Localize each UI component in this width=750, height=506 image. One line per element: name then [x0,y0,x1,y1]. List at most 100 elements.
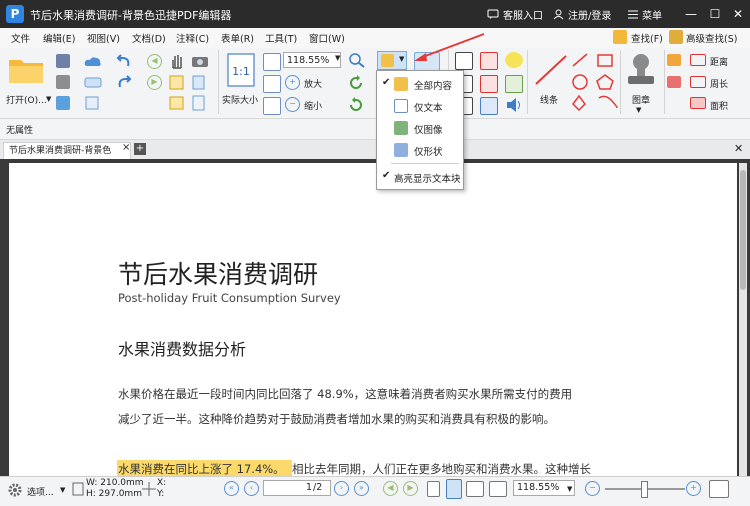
find-button[interactable]: 查找(F) [631,31,663,45]
menu-button[interactable]: 菜单 [628,7,662,22]
menu-file[interactable]: 文件 [11,31,30,45]
undo-icon[interactable] [114,54,134,68]
two-page-continuous-icon[interactable] [489,481,507,497]
clipboard-icon[interactable] [191,74,207,90]
menu-comment[interactable]: 注释(C) [176,31,209,45]
login-button[interactable]: 注册/登录 [553,7,611,22]
zoom-input[interactable]: 118.55% [283,52,341,68]
link-icon[interactable] [84,75,102,89]
gear-icon[interactable] [7,482,23,498]
open-button[interactable]: 打开(O)... [6,93,47,106]
print-icon[interactable] [56,75,70,89]
highlighted-text: 水果消费在同比上涨了 17.4%。 [118,462,285,476]
first-page-button[interactable]: « [224,481,239,496]
actual-size-button[interactable]: 实际大小 [222,93,258,106]
text-box-icon[interactable] [480,52,498,70]
find-icon [613,30,627,44]
typewriter-icon[interactable] [455,52,473,70]
pdf-page[interactable] [9,163,737,476]
zoom-dropdown-arrow[interactable]: ▼ [335,54,340,62]
scrollbar-thumb[interactable] [740,170,746,290]
menu-edit[interactable]: 编辑(E) [43,31,75,45]
menu-view[interactable]: 视图(V) [87,31,120,45]
select-comment-icon[interactable] [169,95,185,111]
line-tool-button[interactable]: 线条 [540,93,558,106]
single-page-icon[interactable] [263,53,281,71]
fullscreen-icon[interactable] [709,480,729,498]
back-view-button[interactable]: ◀ [383,481,398,496]
distance-button[interactable]: 距离 [710,55,728,68]
status-zoom-in-button[interactable]: + [686,481,701,496]
redo-icon[interactable] [114,75,134,89]
page-number-input[interactable]: 1 /2 [263,480,331,496]
stamp-dropdown-arrow[interactable]: ▼ [636,106,641,114]
sticky-note-icon[interactable] [505,52,523,68]
dropdown-item-image-only[interactable]: 仅图像 [377,119,463,137]
pages-icon[interactable] [84,96,102,110]
pencil-icon[interactable] [667,54,681,66]
dropdown-item-all-content[interactable]: ✔ 全部内容 [377,75,463,93]
dropdown-item-text-only[interactable]: 仅文本 [377,97,463,115]
new-tab-button[interactable]: + [134,143,146,155]
save-icon[interactable] [56,54,70,68]
options-button[interactable]: 选项... [27,485,54,498]
zoom-slider-handle[interactable] [641,481,648,498]
image-only-icon [394,121,408,135]
document-icon[interactable] [191,95,207,111]
hand-tool-icon[interactable] [169,53,185,69]
dropdown-item-label: 仅图像 [414,125,443,136]
single-page-view-icon[interactable] [427,481,440,497]
status-zoom-input[interactable]: 118.55% [513,480,575,496]
replace-text-icon[interactable] [480,97,498,115]
actual-size-icon[interactable]: 1:1 [227,53,255,87]
select-content-button[interactable]: ▼ [377,51,407,70]
sound-icon[interactable] [505,97,523,113]
forward-view-button[interactable]: ▶ [403,481,418,496]
stamp-button[interactable]: 图章 [632,93,650,106]
edit-text-icon[interactable] [169,74,185,90]
eraser-icon[interactable] [667,76,681,88]
service-entry-button[interactable]: 客服入口 [487,7,543,22]
dropdown-item-highlight-text-blocks[interactable]: ✔ 高亮显示文本块 [377,168,463,186]
zoom-in-button[interactable]: 放大 [304,77,322,90]
continuous-view-icon[interactable] [446,479,462,499]
dropdown-item-shape-only[interactable]: 仅形状 [377,141,463,159]
open-dropdown-arrow[interactable]: ▼ [46,95,51,103]
next-page-button[interactable]: › [334,481,349,496]
last-page-button[interactable]: » [354,481,369,496]
cloud-icon[interactable] [84,54,102,68]
menu-tools[interactable]: 工具(T) [265,31,297,45]
zoom-out-button[interactable]: 缩小 [304,99,322,112]
shape-tools[interactable] [571,52,623,114]
menu-document[interactable]: 文档(D) [132,31,166,45]
close-all-tabs-icon[interactable]: ✕ [734,142,743,155]
attach-icon[interactable] [505,75,523,93]
fit-width-icon[interactable] [263,97,281,115]
two-page-view-icon[interactable] [466,481,484,497]
back-icon[interactable]: ◀ [147,54,162,69]
menu-window[interactable]: 窗口(W) [309,31,345,45]
login-label: 注册/登录 [568,11,612,22]
magnifier-icon[interactable] [348,52,366,68]
camera-icon[interactable] [191,54,209,68]
status-zoom-dropdown-arrow[interactable]: ▼ [567,485,572,493]
tab-close-icon[interactable]: × [122,142,130,153]
callout-icon[interactable] [480,75,498,93]
perimeter-button[interactable]: 周长 [710,77,728,90]
status-zoom-out-button[interactable]: − [585,481,600,496]
menu-form[interactable]: 表单(R) [221,31,254,45]
advanced-find-button[interactable]: 高级查找(S) [686,31,737,45]
export-icon[interactable] [56,96,70,110]
close-window-button[interactable]: ✕ [727,4,749,24]
maximize-button[interactable]: ☐ [704,4,726,24]
rotate-left-icon[interactable] [348,97,364,113]
minimize-button[interactable]: — [680,4,702,24]
document-subtitle: Post-holiday Fruit Consumption Survey [118,291,341,305]
previous-page-button[interactable]: ‹ [244,481,259,496]
options-dropdown-arrow[interactable]: ▼ [60,486,65,494]
fit-page-icon[interactable] [263,75,281,93]
area-button[interactable]: 面积 [710,99,728,112]
document-tab[interactable]: 节后水果消费调研-背景色 [3,142,131,159]
rotate-right-icon[interactable] [348,75,364,91]
forward-icon[interactable]: ▶ [147,75,162,90]
